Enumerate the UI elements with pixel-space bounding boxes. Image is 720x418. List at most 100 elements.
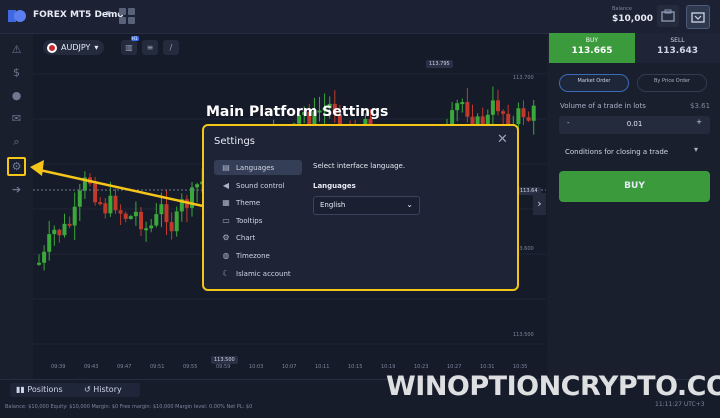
sound-icon: ◀	[222, 181, 230, 190]
candle-body	[144, 228, 149, 231]
logo-icon	[8, 10, 26, 22]
candle-body	[501, 111, 506, 114]
candle-body	[174, 211, 179, 232]
candles-tool-icon[interactable]: ▥	[121, 40, 137, 55]
deposit-button[interactable]	[657, 5, 679, 27]
timeframe-badge: H1	[131, 36, 139, 41]
balance-label: Balance	[612, 6, 632, 12]
menu-item-islamic-account[interactable]: ☾ Islamic account	[214, 266, 302, 281]
menu-item-tooltips[interactable]: ▭ Tooltips	[214, 213, 302, 228]
menu-item-label: Chart	[236, 234, 256, 242]
candle-body	[118, 210, 123, 214]
candle-body	[47, 234, 52, 252]
chat-icon[interactable]: ✉	[9, 111, 24, 126]
candle-body	[42, 251, 47, 263]
candle-body	[154, 214, 159, 226]
candle-body	[62, 223, 67, 236]
by-price-order-button[interactable]: By Price Order	[637, 74, 707, 92]
buy-price: 113.665	[571, 46, 613, 56]
language-label: Languages	[313, 182, 356, 190]
withdraw-button[interactable]	[686, 5, 710, 29]
draw-tool-icon[interactable]: /	[163, 40, 179, 55]
chevron-down-icon: ⌄	[406, 200, 413, 209]
candle-body	[164, 204, 169, 223]
history-tab[interactable]: ↺ History	[78, 383, 140, 397]
logout-icon[interactable]: ➔	[9, 182, 24, 197]
plus-button[interactable]: +	[696, 118, 702, 126]
candle-body	[516, 108, 521, 125]
user-icon[interactable]: ●	[9, 88, 24, 103]
gear-icon[interactable]: ⚙	[7, 157, 26, 176]
time-axis-label: 09:59	[216, 364, 231, 370]
candle-body	[490, 100, 495, 115]
search-icon[interactable]: ⌕	[9, 134, 24, 149]
quantity-stepper[interactable]: - 0.01 +	[559, 116, 710, 134]
candle-body	[128, 216, 133, 219]
menu-item-timezone[interactable]: ◍ Timezone	[214, 248, 302, 263]
candle-body	[521, 108, 526, 118]
candle-body	[113, 195, 118, 211]
time-axis-label: 10:23	[414, 364, 429, 370]
price-axis-label: 113.700	[513, 75, 534, 81]
market-order-button[interactable]: Market Order	[559, 74, 629, 92]
menu-item-sound-control[interactable]: ◀ Sound control	[214, 178, 302, 193]
wallet-icon	[661, 9, 675, 22]
close-icon[interactable]: ✕	[497, 132, 508, 147]
buy-button[interactable]: BUY	[559, 171, 710, 202]
japan-flag-icon	[47, 42, 57, 53]
translate-icon: ▤	[222, 163, 230, 172]
buy-tab[interactable]: BUY 113.665	[549, 33, 635, 63]
candle-body	[526, 117, 531, 121]
theme-grid-icon: ▦	[222, 198, 230, 207]
quantity-value[interactable]: 0.01	[559, 120, 710, 128]
apps-grid-icon[interactable]	[119, 8, 135, 24]
asset-selector[interactable]: AUDJPY ▾	[43, 40, 105, 55]
menu-item-chart[interactable]: ⚙ Chart	[214, 230, 302, 245]
candle-body	[133, 211, 138, 217]
candle-body	[103, 203, 108, 214]
menu-item-label: Tooltips	[236, 217, 263, 225]
chevron-down-icon[interactable]: ▾	[694, 145, 698, 154]
candle-body	[455, 103, 460, 111]
menu-item-label: Timezone	[236, 252, 270, 260]
chevron-down-icon[interactable]: ▾	[106, 9, 111, 19]
balance-value[interactable]: $10,000	[612, 14, 653, 24]
positions-label: Positions	[27, 385, 63, 394]
sidebar: ⚠ $ ● ✉ ⌕ ⚙ ➔	[0, 34, 34, 379]
closing-conditions-toggle[interactable]: Conditions for closing a trade	[559, 143, 710, 161]
candle-body	[159, 204, 164, 215]
history-icon: ↺	[84, 385, 94, 394]
time-axis-label: 10:15	[348, 364, 363, 370]
chevron-right-icon[interactable]: ›	[533, 193, 546, 215]
indicators-icon[interactable]: ≡	[142, 40, 158, 55]
buy-tab-label: BUY	[585, 37, 599, 44]
time-axis-label: 10:19	[381, 364, 396, 370]
time-axis-label: 09:47	[117, 364, 132, 370]
time-axis-label: 10:07	[282, 364, 297, 370]
candle-body	[67, 223, 72, 226]
top-bar: FOREX MT5 Demo ▾ Balance $10,000	[0, 0, 720, 34]
clock: 11:11:27 UTC+3	[655, 401, 705, 408]
menu-item-label: Islamic account	[236, 270, 291, 278]
sell-price: 113.643	[657, 46, 698, 56]
menu-item-theme[interactable]: ▦ Theme	[214, 195, 302, 210]
time-axis-label: 09:39	[51, 364, 66, 370]
positions-tab[interactable]: ▮▮ Positions	[10, 383, 80, 397]
candle-body	[88, 177, 92, 184]
volume-margin: $3.61	[690, 102, 711, 110]
dollar-icon[interactable]: $	[9, 65, 24, 80]
candle-body	[82, 177, 87, 191]
price-label-low: 113.500	[211, 356, 238, 364]
candle-body	[52, 229, 57, 235]
language-select[interactable]: English ⌄	[313, 196, 420, 215]
alert-triangle-icon[interactable]: ⚠	[9, 42, 24, 57]
menu-item-languages[interactable]: ▤ Languages	[214, 160, 302, 175]
price-label-high: 113.795	[426, 60, 453, 68]
gear-icon: ⚙	[222, 233, 230, 242]
time-axis-label: 10:27	[447, 364, 462, 370]
candle-body	[72, 206, 77, 226]
sell-tab[interactable]: SELL 113.643	[635, 33, 720, 63]
menu-item-label: Languages	[236, 164, 275, 172]
positions-icon: ▮▮	[16, 385, 28, 394]
candle-body	[531, 105, 536, 121]
